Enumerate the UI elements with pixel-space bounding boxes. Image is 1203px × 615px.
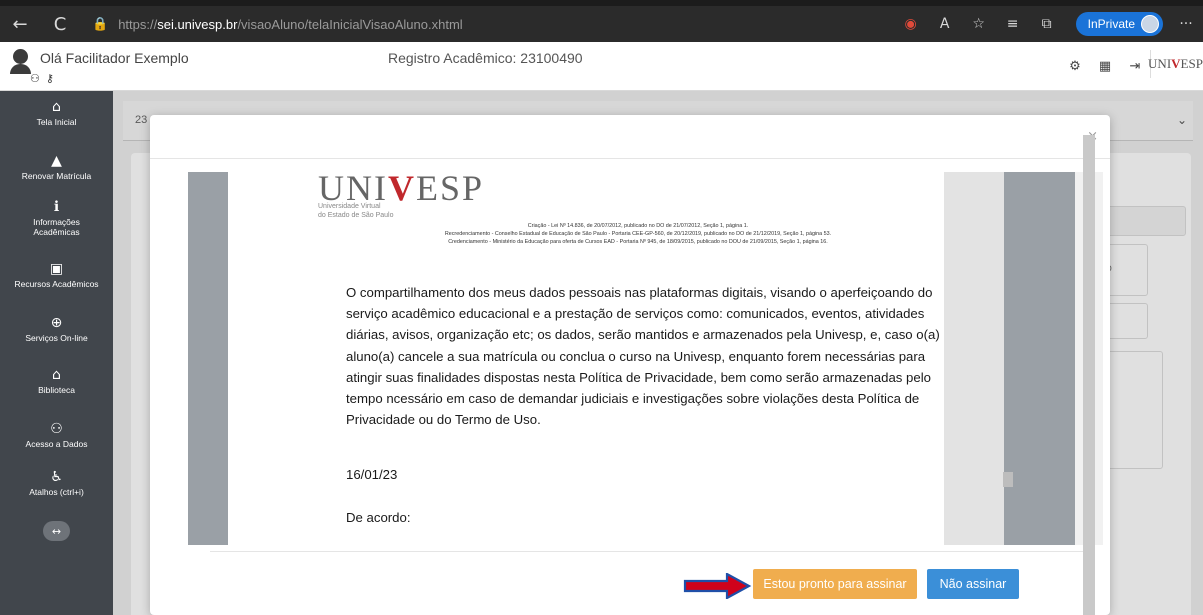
sidebar-item-label: Biblioteca [38, 385, 75, 395]
sidebar-item-label: Serviços On-line [25, 333, 88, 343]
academic-record: Registro Acadêmico: 23100490 [388, 50, 583, 66]
greeting: Olá Facilitador Exemplo [40, 50, 189, 66]
sidebar-item-label: Acesso a Dados [25, 439, 88, 449]
document-page: UNIVESP Universidade Virtual do Estado d… [228, 172, 944, 545]
key-icon[interactable]: ⚷ [46, 72, 60, 85]
user-tools: ⚇⚷ [30, 72, 60, 85]
favorite-icon[interactable]: ☆ [962, 9, 996, 39]
user-switch-icon[interactable]: ⚇ [30, 72, 46, 85]
browser-toolbar: ← C 🔒 https://sei.univesp.br/visaoAluno/… [0, 0, 1203, 42]
header-icons: ⚙ ▦ ⇥ [1060, 57, 1150, 75]
reload-icon[interactable]: C [40, 6, 80, 42]
page-marker [1003, 472, 1013, 487]
sidebar-item-label: Atalhos (ctrl+i) [29, 487, 84, 497]
logo-v: V [1171, 56, 1181, 71]
doc-logo-post: ESP [415, 172, 485, 208]
back-icon[interactable]: ← [0, 6, 40, 42]
calendar-icon: ▣ [49, 261, 64, 277]
sidebar-item-label: Informações Acadêmicas [33, 217, 80, 237]
browser-icons: ◉ A ☆ ≡ ⧉ [894, 9, 1064, 39]
document-date: 16/01/23 [346, 467, 398, 482]
logo-sub-line: Universidade Virtual [318, 203, 381, 210]
pointer-arrow-icon [683, 573, 752, 599]
url-host: sei.univesp.br [157, 16, 238, 32]
favorites-list-icon[interactable]: ≡ [996, 9, 1030, 39]
sidebar-item-label: Recursos Acadêmicos [14, 279, 99, 289]
inprivate-badge[interactable]: InPrivate [1075, 12, 1163, 36]
address-bar[interactable]: 🔒 https://sei.univesp.br/visaoAluno/tela… [92, 9, 894, 39]
privacy-modal: × UNIVESP Universidade Virtual do Estado… [150, 115, 1110, 615]
globe-icon: ⊕ [50, 315, 63, 331]
warning-icon: ▲ [51, 153, 62, 169]
legal-line: Recredenciamento - Conselho Estadual de … [444, 231, 832, 237]
page-gutter [944, 172, 1004, 545]
info-icon: ℹ [53, 199, 60, 215]
app-header: Olá Facilitador Exemplo ⚇⚷ Registro Acad… [0, 42, 1203, 91]
inprivate-label: InPrivate [1087, 17, 1135, 31]
document-viewer[interactable]: UNIVESP Universidade Virtual do Estado d… [188, 172, 1103, 545]
qrcode-icon[interactable]: ▦ [1090, 57, 1120, 75]
sidebar-item-label: Tela Inicial [36, 117, 77, 127]
url-prefix: https:// [118, 16, 158, 32]
sidebar-item-biblioteca[interactable]: ⌂ Biblioteca [0, 367, 113, 395]
users-lock-icon: ⚇ [50, 421, 63, 437]
modal-header: × [150, 115, 1110, 159]
settings-icon[interactable]: ⚙ [1060, 57, 1090, 75]
sidebar-item-tela-inicial[interactable]: ⌂ Tela Inicial [0, 99, 113, 127]
sidebar-item-acesso-dados[interactable]: ⚇ Acesso a Dados [0, 421, 113, 449]
legal-notes: Criação - Lei Nº 14.836, de 20/07/2012, … [358, 222, 918, 246]
sidebar-item-servicos-online[interactable]: ⊕ Serviços On-line [0, 315, 113, 343]
url-path: /visaoAluno/telaInicialVisaoAluno.xhtml [237, 16, 463, 32]
collections-icon[interactable]: ⧉ [1030, 9, 1064, 39]
sidebar-item-recursos-academicos[interactable]: ▣ Recursos Acadêmicos [0, 261, 113, 289]
url-text[interactable]: https://sei.univesp.br/visaoAluno/telaIn… [118, 17, 462, 32]
consent-text: O compartilhamento dos meus dados pessoa… [346, 285, 940, 428]
home-icon: ⌂ [52, 99, 61, 115]
agreement-label: De acordo: [346, 510, 411, 525]
profile-avatar-icon [1141, 15, 1159, 33]
univesp-logo: UNI V ESP [1148, 50, 1203, 78]
sidebar-item-informacoes-academicas[interactable]: ℹ Informações Acadêmicas [0, 199, 113, 237]
legal-line: Credenciamento - Ministério da Educação … [448, 239, 828, 245]
ready-to-sign-button[interactable]: Estou pronto para assinar [753, 569, 917, 599]
sidebar-item-renovar-matricula[interactable]: ▲ Renovar Matrícula [0, 153, 113, 181]
sidebar-item-atalhos[interactable]: ♿ Atalhos (ctrl+i) [0, 469, 113, 497]
user-avatar-icon [10, 49, 32, 77]
sidebar-item-label: Renovar Matrícula [21, 171, 92, 181]
document-logo-subtitle: Universidade Virtual do Estado de São Pa… [318, 202, 394, 220]
more-icon[interactable]: ··· [1169, 9, 1203, 39]
tracking-icon[interactable]: ◉ [894, 9, 928, 39]
do-not-sign-button[interactable]: Não assinar [927, 569, 1019, 599]
page-scrollbar[interactable] [1083, 135, 1095, 615]
lock-icon[interactable]: 🔒 [92, 17, 108, 32]
accessibility-icon: ♿ [50, 469, 63, 485]
library-icon: ⌂ [52, 367, 61, 383]
sidebar-toggle-icon[interactable]: ↔ [43, 521, 70, 541]
logo-sub-line: do Estado de São Paulo [318, 212, 394, 219]
legal-line: Criação - Lei Nº 14.836, de 20/07/2012, … [527, 223, 749, 229]
logout-icon[interactable]: ⇥ [1120, 57, 1150, 75]
logo-post: ESP [1180, 56, 1203, 71]
sidebar: ⌂ Tela Inicial ▲ Renovar Matrícula ℹ Inf… [0, 91, 113, 615]
logo-pre: UNI [1148, 56, 1172, 71]
read-aloud-icon[interactable]: A [928, 9, 962, 39]
